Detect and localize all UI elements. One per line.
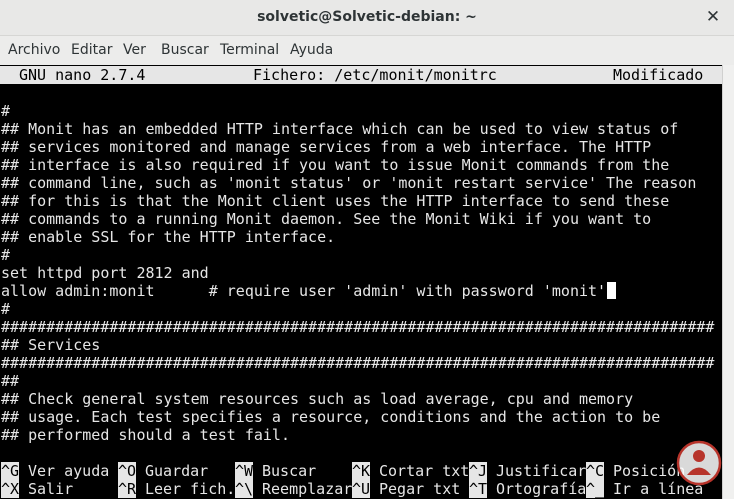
menu-bar: Archivo Editar Ver Buscar Terminal Ayuda xyxy=(0,36,734,65)
window-title: solvetic@Solvetic-debian: ~ xyxy=(257,9,477,25)
menu-ayuda[interactable]: Ayuda xyxy=(290,42,333,58)
editor-line: ## interface is also required if you wan… xyxy=(1,156,670,174)
editor-line: ########################################… xyxy=(1,318,715,336)
shortcut-label-help: Ver ayuda xyxy=(28,462,110,480)
text-cursor xyxy=(607,282,617,299)
nano-filename: Fichero: /etc/monit/monitrc xyxy=(253,66,497,84)
editor-line: ## performed should a test fail. xyxy=(1,426,290,444)
nano-modified-status: Modificado xyxy=(613,66,704,84)
terminal-window: solvetic@Solvetic-debian: ~ ✕ Archivo Ed… xyxy=(0,0,734,499)
shortcut-key-paste: ^U xyxy=(352,480,371,498)
shortcut-label-justify: Justificar xyxy=(496,462,587,480)
menu-terminal[interactable]: Terminal xyxy=(220,42,279,58)
shortcut-label-replace: Reemplazar xyxy=(262,480,353,498)
close-button[interactable]: ✕ xyxy=(702,6,724,28)
shortcut-label-read-file: Leer fich. xyxy=(145,480,236,498)
shortcut-key-search: ^W xyxy=(235,462,254,480)
editor-line: ## commands to a running Monit daemon. S… xyxy=(1,210,652,228)
shortcut-key-exit: ^X xyxy=(1,480,20,498)
scrollbar[interactable] xyxy=(722,65,734,499)
editor-line: # xyxy=(1,300,11,318)
menu-archivo[interactable]: Archivo xyxy=(8,42,60,58)
menu-ver[interactable]: Ver xyxy=(123,42,146,58)
editor-line: ## xyxy=(1,372,20,390)
shortcut-key-replace: ^\ xyxy=(235,480,254,498)
shortcut-key-cut: ^K xyxy=(352,462,371,480)
shortcut-label-spell: Ortografía xyxy=(496,480,587,498)
editor-line: ########################################… xyxy=(1,354,715,372)
shortcut-key-goto-line: ^_ xyxy=(586,480,605,498)
editor-line: # xyxy=(1,246,11,264)
editor-line: set httpd port 2812 and xyxy=(1,264,209,282)
editor-line: ## services monitored and manage service… xyxy=(1,138,652,156)
menu-editar[interactable]: Editar xyxy=(71,42,112,58)
editor-line-cursor: allow admin:monit # require user 'admin'… xyxy=(1,282,617,300)
shortcut-key-justify: ^J xyxy=(469,462,488,480)
shortcut-label-save: Guardar xyxy=(145,462,209,480)
editor-line: ## command line, such as 'monit status' … xyxy=(1,174,697,192)
shortcut-label-position: Posición xyxy=(613,462,686,480)
editor-line-text: allow admin:monit # require user 'admin'… xyxy=(1,282,607,300)
shortcut-key-position: ^C xyxy=(586,462,605,480)
editor-line: ## enable SSL for the HTTP interface. xyxy=(1,228,336,246)
editor-line: ## Monit has an embedded HTTP interface … xyxy=(1,120,679,138)
shortcut-key-read-file: ^R xyxy=(118,480,137,498)
editor-line: ## Services xyxy=(1,336,101,354)
shortcut-key-spell: ^T xyxy=(469,480,488,498)
editor-line: # xyxy=(1,102,11,120)
nano-version: GNU nano 2.7.4 xyxy=(19,66,146,84)
shortcut-key-help: ^G xyxy=(1,462,20,480)
editor-line: ## usage. Each test specifies a resource… xyxy=(1,408,661,426)
editor-line: ## for this is that the Monit client use… xyxy=(1,192,670,210)
solvetic-logo-icon xyxy=(676,440,722,486)
nano-status-bar: GNU nano 2.7.4 Fichero: /etc/monit/monit… xyxy=(0,66,722,84)
title-bar[interactable]: solvetic@Solvetic-debian: ~ ✕ xyxy=(0,0,734,36)
shortcut-key-save: ^O xyxy=(118,462,137,480)
menu-buscar[interactable]: Buscar xyxy=(161,42,209,58)
shortcut-label-exit: Salir xyxy=(28,480,74,498)
editor-line: ## Check general system resources such a… xyxy=(1,390,634,408)
shortcut-label-paste: Pegar txt xyxy=(379,480,461,498)
shortcut-label-search: Buscar xyxy=(262,462,317,480)
terminal-area[interactable]: GNU nano 2.7.4 Fichero: /etc/monit/monit… xyxy=(0,65,722,499)
shortcut-label-cut: Cortar txt xyxy=(379,462,470,480)
